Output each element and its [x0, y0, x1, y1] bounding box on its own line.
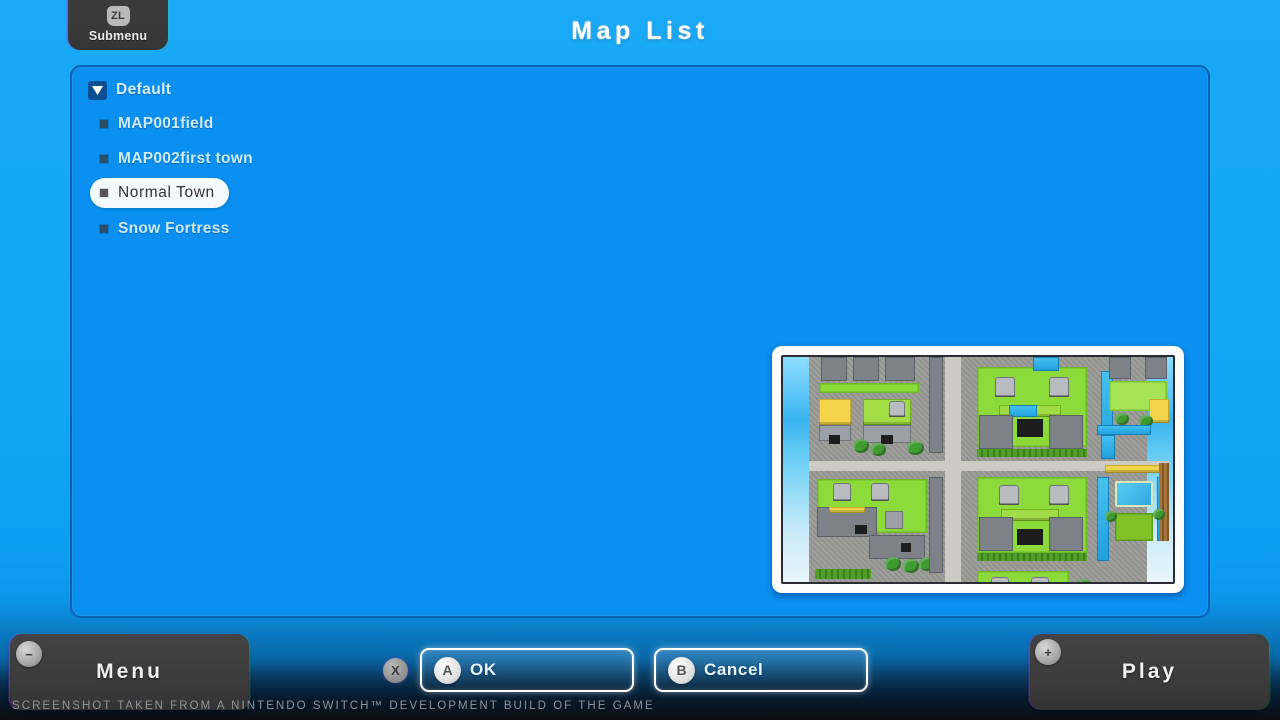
- map-bullet-icon: [100, 189, 108, 197]
- b-button-icon: B: [668, 656, 695, 684]
- map-bullet-icon: [100, 155, 108, 163]
- play-button[interactable]: Play: [1030, 634, 1269, 710]
- map-preview-canvas: [809, 357, 1169, 582]
- minus-icon[interactable]: −: [16, 641, 42, 667]
- x-button-icon[interactable]: X: [383, 658, 408, 683]
- cancel-button[interactable]: B Cancel: [654, 648, 868, 692]
- development-build-watermark: SCREENSHOT TAKEN FROM A NINTENDO SWITCH™…: [12, 700, 655, 712]
- map-bullet-icon: [100, 120, 108, 128]
- map-sky-left: [783, 357, 809, 582]
- ok-button-label: OK: [470, 660, 497, 679]
- map-preview-frame: [781, 355, 1175, 584]
- play-button-label: Play: [1121, 660, 1178, 683]
- tree-group-label: Default: [116, 81, 172, 98]
- map-list-item-map002first-town[interactable]: MAP002first town: [100, 144, 253, 174]
- cancel-button-label: Cancel: [704, 660, 764, 679]
- map-bullet-icon: [100, 225, 108, 233]
- menu-button[interactable]: Menu: [10, 634, 249, 710]
- map-list-item-map001field[interactable]: MAP001field: [100, 109, 213, 139]
- map-list-item-label: Snow Fortress: [118, 220, 230, 237]
- triangle-down-icon[interactable]: [88, 80, 107, 100]
- map-list-item-label: MAP002first town: [118, 150, 253, 167]
- plus-icon[interactable]: +: [1035, 639, 1061, 665]
- map-list-item-label: Normal Town: [118, 184, 215, 201]
- map-list-item-label: MAP001field: [118, 115, 214, 132]
- tree-group-default[interactable]: Default: [88, 75, 171, 105]
- page-title: Map List: [571, 17, 709, 45]
- map-list-panel: Default MAP001field MAP002first town Nor…: [70, 65, 1210, 618]
- map-preview-thumbnail: [772, 346, 1184, 593]
- a-button-icon: A: [434, 656, 461, 684]
- map-list-item-snow-fortress[interactable]: Snow Fortress: [100, 214, 230, 244]
- ok-button[interactable]: A OK: [420, 648, 634, 692]
- map-list-item-normal-town[interactable]: Normal Town: [90, 178, 229, 208]
- menu-button-label: Menu: [96, 660, 163, 683]
